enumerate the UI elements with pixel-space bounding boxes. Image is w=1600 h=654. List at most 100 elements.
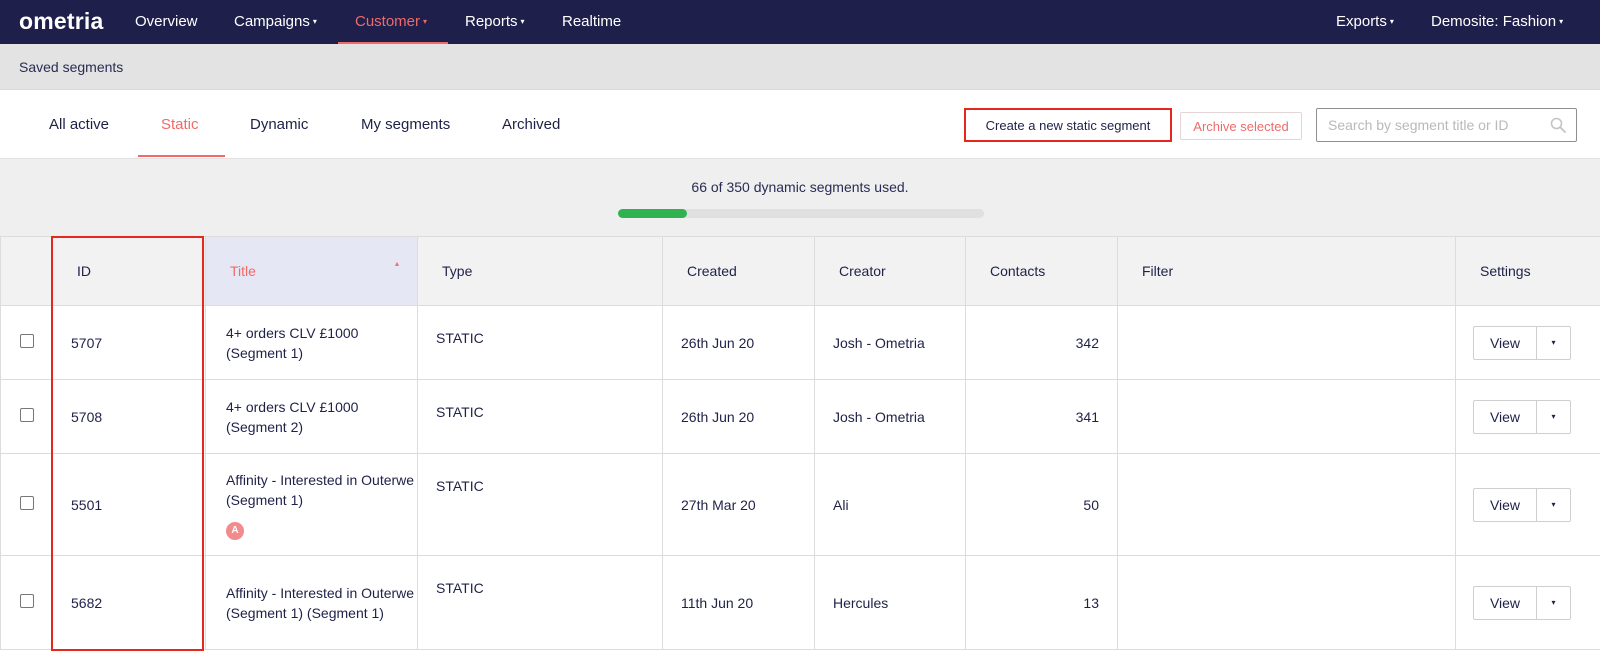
row-created: 26th Jun 20 [662, 379, 815, 454]
row-title[interactable]: Affinity - Interested in Outerwe (Segmen… [226, 470, 417, 510]
chevron-down-icon: ▾ [520, 17, 525, 26]
table-row: 5707 4+ orders CLV £1000 (Segment 1) STA… [0, 305, 1600, 380]
nav-campaigns[interactable]: Campaigns ▾ [234, 0, 317, 44]
ometria-logo[interactable]: ometria [19, 8, 103, 35]
view-button[interactable]: View [1473, 487, 1537, 522]
view-button-group: View ▾ [1473, 399, 1571, 434]
row-id: 5707 [52, 305, 206, 380]
chevron-down-icon: ▾ [1389, 17, 1394, 26]
row-select-cell [0, 555, 53, 650]
view-button[interactable]: View [1473, 399, 1537, 434]
row-settings: View ▾ [1455, 379, 1600, 454]
row-title[interactable]: Affinity - Interested in Outerwe (Segmen… [205, 555, 418, 650]
search-icon[interactable] [1550, 117, 1566, 133]
chevron-down-icon: ▾ [312, 17, 317, 26]
row-checkbox[interactable] [19, 408, 34, 422]
view-button[interactable]: View [1473, 585, 1537, 620]
segment-usage-panel: 66 of 350 dynamic segments used. [0, 158, 1600, 236]
row-settings: View ▾ [1455, 453, 1600, 556]
automation-badge: A [226, 521, 244, 540]
segments-table-container: ID Title ▴ Type Created Creator Contacts… [0, 236, 1600, 654]
tab-all-active[interactable]: All active [49, 116, 109, 133]
table-row: 5708 4+ orders CLV £1000 (Segment 2) STA… [0, 379, 1600, 454]
view-button[interactable]: View [1473, 325, 1537, 360]
column-header-created[interactable]: Created [662, 236, 815, 306]
column-header-id[interactable]: ID [52, 236, 206, 306]
segments-table: ID Title ▴ Type Created Creator Contacts… [0, 236, 1600, 650]
row-creator: Ali [814, 453, 966, 556]
nav-reports[interactable]: Reports ▾ [465, 0, 525, 44]
table-row: 5682 Affinity - Interested in Outerwe (S… [0, 555, 1600, 650]
nav-demosite[interactable]: Demosite: Fashion ▾ [1431, 0, 1563, 44]
tab-static[interactable]: Static [161, 116, 199, 133]
row-filter [1117, 555, 1456, 650]
row-select-cell [0, 379, 53, 454]
usage-progress-fill [618, 209, 688, 218]
row-type: STATIC [417, 453, 663, 556]
chevron-down-icon[interactable]: ▾ [1537, 399, 1571, 434]
chevron-down-icon[interactable]: ▾ [1537, 325, 1571, 360]
page-subheader: Saved segments [0, 44, 1600, 90]
row-filter [1117, 379, 1456, 454]
view-button-group: View ▾ [1473, 325, 1571, 360]
row-filter [1117, 305, 1456, 380]
view-button-group: View ▾ [1473, 487, 1571, 522]
row-id: 5708 [52, 379, 206, 454]
row-settings: View ▾ [1455, 305, 1600, 380]
chevron-down-icon[interactable]: ▾ [1537, 585, 1571, 620]
create-static-segment-button[interactable]: Create a new static segment [964, 108, 1172, 142]
segment-tabs-bar: All active Static Dynamic My segments Ar… [0, 90, 1600, 158]
row-type: STATIC [417, 305, 663, 380]
row-creator: Hercules [814, 555, 966, 650]
row-created: 11th Jun 20 [662, 555, 815, 650]
column-header-contacts[interactable]: Contacts [965, 236, 1118, 306]
row-contacts: 342 [965, 305, 1118, 380]
page-title: Saved segments [19, 59, 124, 75]
chevron-down-icon: ▾ [423, 17, 428, 26]
table-row: 5501 Affinity - Interested in Outerwe (S… [0, 453, 1600, 556]
row-checkbox[interactable] [19, 594, 34, 608]
column-header-title[interactable]: Title ▴ [205, 236, 418, 306]
column-header-filter: Filter [1117, 236, 1456, 306]
row-contacts: 13 [965, 555, 1118, 650]
nav-customer[interactable]: Customer ▾ [355, 0, 427, 44]
row-id: 5682 [52, 555, 206, 650]
archive-selected-button[interactable]: Archive selected [1180, 112, 1302, 140]
nav-overview[interactable]: Overview [135, 0, 198, 44]
column-header-settings: Settings [1455, 236, 1600, 306]
column-header-creator[interactable]: Creator [814, 236, 966, 306]
search-input[interactable] [1317, 109, 1547, 141]
row-type: STATIC [417, 379, 663, 454]
row-creator: Josh - Ometria [814, 379, 966, 454]
table-header-row: ID Title ▴ Type Created Creator Contacts… [0, 236, 1600, 306]
row-id: 5501 [52, 453, 206, 556]
column-header-type[interactable]: Type [417, 236, 663, 306]
usage-text: 66 of 350 dynamic segments used. [691, 179, 909, 195]
select-column-header [0, 236, 53, 306]
tab-my-segments[interactable]: My segments [361, 116, 450, 133]
view-button-group: View ▾ [1473, 585, 1571, 620]
row-checkbox[interactable] [19, 334, 34, 348]
row-settings: View ▾ [1455, 555, 1600, 650]
tab-archived[interactable]: Archived [502, 116, 560, 133]
usage-progress-bar [618, 209, 984, 218]
search-box [1316, 108, 1577, 142]
row-creator: Josh - Ometria [814, 305, 966, 380]
chevron-down-icon[interactable]: ▾ [1537, 487, 1571, 522]
row-select-cell [0, 305, 53, 380]
nav-exports[interactable]: Exports ▾ [1336, 0, 1394, 44]
sort-ascending-icon: ▴ [394, 259, 399, 268]
row-type: STATIC [417, 555, 663, 650]
row-title[interactable]: 4+ orders CLV £1000 (Segment 1) [205, 305, 418, 380]
active-tab-indicator [138, 155, 225, 157]
row-select-cell [0, 453, 53, 556]
row-contacts: 341 [965, 379, 1118, 454]
row-title[interactable]: 4+ orders CLV £1000 (Segment 2) [205, 379, 418, 454]
nav-realtime[interactable]: Realtime [562, 0, 621, 44]
row-checkbox[interactable] [19, 496, 34, 510]
top-nav: ometria Overview Campaigns ▾ Customer ▾ Re… [0, 0, 1600, 44]
row-created: 26th Jun 20 [662, 305, 815, 380]
row-filter [1117, 453, 1456, 556]
row-created: 27th Mar 20 [662, 453, 815, 556]
tab-dynamic[interactable]: Dynamic [250, 116, 308, 133]
